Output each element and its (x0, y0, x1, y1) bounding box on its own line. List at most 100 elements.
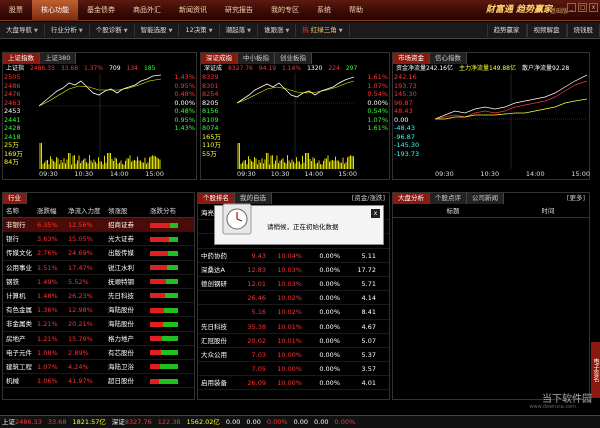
stock-row[interactable]: 启用装备 26.09 10.00% 0.00% 4.01 (198, 376, 389, 391)
menu-item[interactable]: 帮助 (340, 0, 372, 21)
chevron-down-icon: ▼ (78, 27, 83, 34)
axis-tick: -145.30 (394, 141, 420, 149)
industry-row[interactable]: 机械 1.06% 41.97% 超日股份 (3, 374, 194, 389)
panel-tab[interactable]: 个股点评 (430, 193, 467, 204)
menu-item[interactable]: 股票 (0, 0, 32, 21)
chevron-down-icon: ▼ (168, 27, 173, 34)
menu-item[interactable]: 系统 (308, 0, 340, 21)
column-header[interactable]: 涨跌幅 (34, 204, 65, 217)
menu-item[interactable]: 我的专区 (262, 0, 308, 21)
panel-tab[interactable]: 创业板指 (275, 53, 312, 64)
industry-row[interactable]: 电子元件 1.08% 2.89% 有芯股份 (3, 346, 194, 360)
column-header[interactable]: 领涨股 (105, 204, 147, 217)
panel-tab[interactable]: 上证指数 (3, 53, 40, 64)
industry-cell-chg: 6.35% (37, 221, 58, 229)
stock-row[interactable]: 大众公用 7.03 10.00% 0.00% 5.37 (198, 348, 389, 363)
industry-row[interactable]: 非金属类 1.21% 20.21% 海陆股份 (3, 317, 194, 332)
chevron-down-icon: ▼ (34, 27, 38, 34)
toolbar-item[interactable]: 大盘导航 ▼ (0, 23, 45, 37)
column-header[interactable]: 净流入力度 (65, 204, 105, 217)
toolbar-item[interactable]: 热红绿三角 ▼ (296, 23, 350, 37)
sz-index-panel: 深证成指 中小板指 创业板指 深证成 8327.76 94.19 1.14% 1320 2… (200, 52, 390, 180)
axis-tick: 48.43 (394, 107, 413, 115)
stock-row[interactable]: 7.05 10.00% 0.00% 3.57 (198, 362, 389, 377)
panel-tab[interactable]: 市场资金 (393, 53, 430, 64)
stock-row[interactable]: 26.46 10.02% 0.00% 4.14 (198, 291, 389, 306)
panel-tab[interactable]: 信心指数 (430, 53, 467, 64)
dist-down-segment (167, 265, 178, 271)
industry-cell-flow: 26.23% (68, 291, 93, 300)
axis-tick: 2463 (4, 98, 21, 107)
industry-cell-flow: 41.97% (68, 377, 93, 386)
more-link[interactable]: [更多] (563, 193, 589, 204)
toolbar-right-item[interactable]: 趋势赢家 (486, 24, 527, 37)
industry-row[interactable]: 房地产 1.21% 15.79% 格力地产 (3, 332, 194, 346)
column-header[interactable]: 名称 (3, 204, 34, 217)
menu-item[interactable]: 核心功能 (32, 0, 78, 21)
stock-cell-c: 0.00% (319, 322, 340, 331)
column-header[interactable]: 涨跌分布 (147, 204, 187, 217)
status-value: 2486.33 (15, 418, 42, 426)
side-tab-signature[interactable]: 电子签名 (591, 342, 600, 398)
menu-item[interactable]: 基金债券 (78, 0, 124, 21)
stock-row[interactable]: 中药协药 9.43 10.04% 0.00% 5.11 (198, 249, 389, 263)
industry-row[interactable]: 非银行 6.35% 12.56% 招商证券 (3, 218, 194, 233)
industry-row[interactable]: 传媒文化 2.76% 24.69% 出版传媒 (3, 246, 194, 261)
maximize-icon[interactable]: □ (578, 3, 587, 12)
panel-tab[interactable]: 上证380 (40, 53, 77, 64)
toolbar-item[interactable]: 行业分析 ▼ (45, 23, 90, 37)
status-item: 122.38 (158, 416, 181, 428)
chevron-down-icon: ▼ (123, 27, 128, 34)
stock-row[interactable]: 深桑达A 12.83 10.03% 0.00% 17.72 (198, 263, 389, 277)
industry-cell-flow: 12.56% (68, 221, 93, 229)
industry-row[interactable]: 建筑工程 1.07% 4.24% 海陆卫浴 (3, 360, 194, 375)
stock-row[interactable]: 5.16 10.02% 0.00% 8.41 (198, 305, 389, 320)
dialog-close-button[interactable]: x (371, 209, 380, 218)
toolbar-right-item[interactable]: 烧钱股 (566, 24, 600, 37)
panel-tab[interactable]: 公司新闻 (467, 193, 504, 204)
stock-row[interactable]: 汇冠股份 20.02 10.01% 0.00% 5.07 (198, 334, 389, 348)
menu-item[interactable]: 研究报告 (216, 0, 262, 21)
axis-tick: 169万 (4, 149, 23, 158)
stock-cell-name: 汇冠股份 (201, 336, 227, 345)
panel-tab[interactable]: 深证成指 (201, 53, 238, 64)
status-item: 33.68 (48, 416, 67, 428)
dist-up-segment (150, 307, 164, 313)
industry-row[interactable]: 银行 3.63% 15.05% 光大证券 (3, 232, 194, 247)
industry-row[interactable]: 公用事业 1.51% 17.47% 锐江水利 (3, 261, 194, 275)
toolbar-item[interactable]: 智能选股 ▼ (135, 23, 180, 37)
status-value: 0.00% (266, 418, 288, 426)
industry-row[interactable]: 计算机 1.48% 26.23% 先日科技 (3, 289, 194, 304)
axis-tick: 0.54% (367, 90, 388, 98)
menu-item[interactable]: 商品外汇 (124, 0, 170, 21)
toolbar-item[interactable]: 个股诊断 ▼ (90, 23, 135, 37)
status-value: 0.00 (225, 418, 241, 426)
analysis-panel: 大盘分析 个股点评 公司新闻 [更多] 标题 时间 (392, 192, 590, 400)
industry-row[interactable]: 钢铁 1.49% 5.52% 抚顺特钢 (3, 275, 194, 289)
panel-tab[interactable]: 行业 (3, 193, 27, 204)
distribution-bar (147, 289, 187, 302)
column-header[interactable]: 标题 (393, 204, 513, 217)
tab-switch[interactable]: [资金/涨跌] (348, 193, 389, 204)
industry-cell-flow: 2.89% (68, 348, 89, 357)
minimize-icon[interactable]: _ (567, 3, 576, 12)
industry-row[interactable]: 有色金属 1.36% 12.98% 海陆股份 (3, 303, 194, 318)
industry-cell-lead: 光大证券 (108, 235, 134, 244)
header-value: 134 (126, 65, 138, 72)
stock-cell-a: 12.01 (247, 279, 266, 288)
close-icon[interactable]: x (589, 3, 598, 12)
toolbar-item[interactable]: 潮起落 ▼ (220, 23, 258, 37)
menu-item[interactable]: 新闻资讯 (170, 0, 216, 21)
toolbar-item[interactable]: 12决策 ▼ (179, 23, 220, 37)
sz-right-axis: 1.61% 1.07% 0.54% 0.00% 0.54% 1.07% 1.61% (356, 73, 388, 133)
toolbar-right-item[interactable]: 视频解盘 (526, 24, 567, 37)
stock-row[interactable]: 先日科技 35.38 10.01% 0.00% 4.67 (198, 320, 389, 334)
status-item: 上证2486.33 (2, 416, 42, 428)
stock-cell-a: 20.02 (247, 336, 266, 345)
toolbar-item[interactable]: 谁跟涨 ▼ (258, 23, 297, 37)
stock-row[interactable]: 德创钢研 12.01 10.03% 0.00% 5.71 (198, 277, 389, 292)
column-header[interactable]: 时间 (513, 204, 583, 217)
panel-tab[interactable]: 中小板指 (238, 53, 275, 64)
panel-tab[interactable]: 大盘分析 (393, 193, 430, 204)
industry-cell-flow: 12.98% (68, 306, 93, 315)
